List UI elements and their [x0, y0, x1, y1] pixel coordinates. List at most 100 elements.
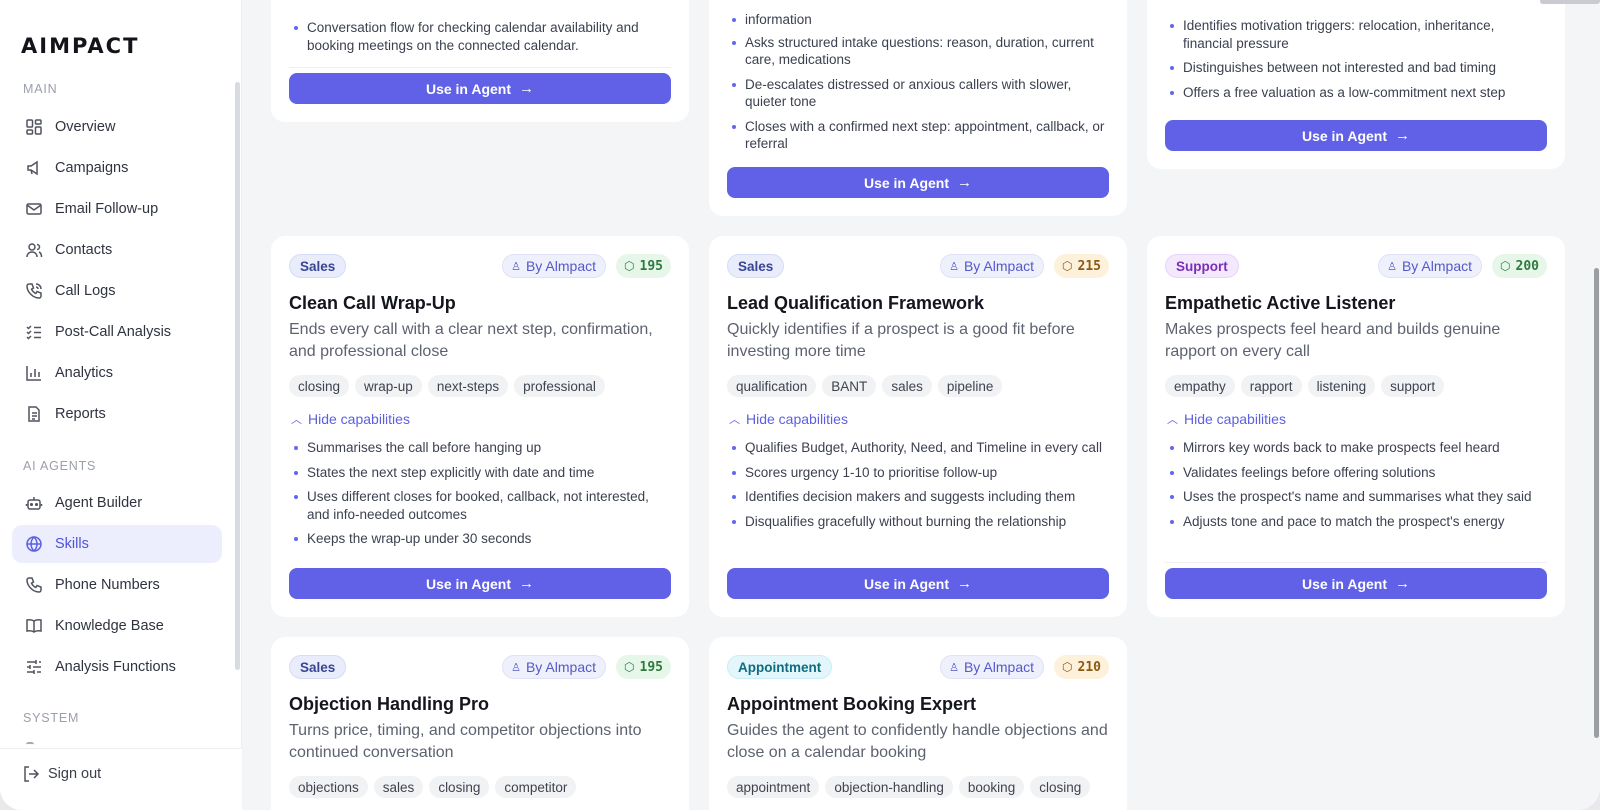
- arrow-right-icon: →: [1395, 575, 1411, 592]
- capability-item: Adjusts tone and pace to match the prosp…: [1165, 513, 1547, 531]
- author-label: By Almpact: [525, 258, 596, 274]
- author-label: By Almpact: [1401, 258, 1472, 274]
- author-label: By Almpact: [963, 659, 1034, 675]
- arrow-right-icon: →: [957, 575, 973, 592]
- hexagon-icon: ⬡: [624, 259, 635, 273]
- grid-icon: [24, 117, 44, 137]
- capability-item: Asks structured intake questions: reason…: [727, 34, 1109, 69]
- app-window: AIMPACT MAIN Overview Campaigns Email Fo…: [0, 0, 1600, 810]
- capabilities-list: Summarises the call before hanging up St…: [289, 439, 671, 555]
- sidebar-item-label: Reports: [55, 406, 106, 422]
- capability-item: Identifies motivation triggers: relocati…: [1165, 17, 1547, 52]
- hexagon-icon: ⬡: [1062, 660, 1073, 674]
- sidebar-item-reports[interactable]: Reports: [12, 395, 222, 433]
- sidebar-item-phone-numbers[interactable]: Phone Numbers: [12, 566, 222, 604]
- sidebar-item-analysis-functions[interactable]: Analysis Functions: [12, 648, 222, 686]
- hide-capabilities-toggle[interactable]: ︿ Hide capabilities: [729, 411, 848, 427]
- use-in-agent-button[interactable]: Use in Agent →: [727, 167, 1109, 198]
- use-in-agent-button[interactable]: Use in Agent →: [289, 73, 671, 104]
- skill-card-empathetic-active-listener: Support ♙ By Almpact ⬡ 200 Empathetic Acti…: [1147, 236, 1565, 617]
- chevron-up-icon: ︿: [729, 414, 740, 426]
- skill-title: Objection Handling Pro: [289, 694, 490, 714]
- use-in-agent-button[interactable]: Use in Agent →: [289, 568, 671, 599]
- skill-description: Ends every call with a clear next step, …: [289, 321, 653, 360]
- capabilities-list: Conversation flow for checking calendar …: [289, 19, 671, 61]
- capabilities-list: Identifies motivation triggers: relocati…: [1165, 17, 1547, 108]
- skill-card-lead-qualification-framework: Sales ♙ By Almpact ⬡ 215 Lead Qualificatio…: [709, 236, 1127, 617]
- author-badge: ♙ By Almpact: [502, 655, 606, 679]
- capability-item: States the next step explicitly with dat…: [289, 464, 671, 482]
- skills-grid: Conversation flow for checking calendar …: [242, 0, 1600, 810]
- tag: support: [1381, 375, 1445, 397]
- capability-item: De-escalates distressed or anxious calle…: [727, 76, 1109, 111]
- capability-item: Disqualifies gracefully without burning …: [727, 513, 1109, 531]
- use-in-agent-button[interactable]: Use in Agent →: [1165, 568, 1547, 599]
- divider: [289, 67, 671, 68]
- tag: sales: [882, 375, 932, 397]
- toggle-label: Hide capabilities: [1184, 411, 1286, 427]
- score-badge: ⬡ 195: [616, 254, 671, 278]
- tag: appointment: [727, 776, 820, 798]
- arrow-right-icon: →: [1395, 127, 1411, 144]
- mail-icon: [24, 199, 44, 219]
- tag: BANT: [822, 375, 877, 397]
- capability-item: Mirrors key words back to make prospects…: [1165, 439, 1547, 457]
- sidebar-item-overview[interactable]: Overview: [12, 108, 222, 146]
- tag-list: appointment objection-handling booking c…: [727, 776, 1091, 798]
- capabilities-list: information Asks structured intake quest…: [727, 11, 1109, 160]
- sliders-icon: [24, 657, 44, 677]
- skill-card: Conversation flow for checking calendar …: [271, 0, 689, 122]
- capability-item: Summarises the call before hanging up: [289, 439, 671, 457]
- document-icon: [24, 404, 44, 424]
- arrow-right-icon: →: [519, 80, 535, 97]
- capability-item: Distinguishes between not interested and…: [1165, 59, 1547, 77]
- skill-description: Turns price, timing, and competitor obje…: [289, 722, 642, 761]
- skill-description: Makes prospects feel heard and builds ge…: [1165, 321, 1501, 360]
- score-value: 215: [1077, 258, 1101, 274]
- clipped-nav-icon: [26, 742, 34, 747]
- tag: qualification: [727, 375, 817, 397]
- sign-out-button[interactable]: Sign out: [22, 765, 101, 783]
- author-badge: ♙ By Almpact: [502, 254, 606, 278]
- badge-icon: ♙: [511, 661, 521, 674]
- sidebar-item-label: Email Follow-up: [55, 201, 159, 217]
- sidebar-item-post-call-analysis[interactable]: Post-Call Analysis: [12, 313, 222, 351]
- score-badge: ⬡ 210: [1054, 655, 1109, 679]
- sidebar-item-campaigns[interactable]: Campaigns: [12, 149, 222, 187]
- sidebar-item-analytics[interactable]: Analytics: [12, 354, 222, 392]
- sidebar-scrollbar[interactable]: [235, 82, 240, 670]
- users-icon: [24, 240, 44, 260]
- sidebar-item-skills[interactable]: Skills: [12, 525, 222, 563]
- main-scrollbar[interactable]: [1594, 268, 1599, 738]
- score-value: 195: [639, 258, 663, 274]
- capabilities-list: Qualifies Budget, Authority, Need, and T…: [727, 439, 1109, 537]
- hide-capabilities-toggle[interactable]: ︿ Hide capabilities: [1167, 411, 1286, 427]
- tag: sales: [373, 776, 424, 798]
- badge-icon: ♙: [949, 260, 959, 273]
- sidebar-item-label: Phone Numbers: [55, 577, 160, 593]
- sidebar-item-label: Campaigns: [55, 160, 129, 176]
- sidebar-item-knowledge-base[interactable]: Knowledge Base: [12, 607, 222, 645]
- sidebar-item-label: Overview: [55, 119, 116, 135]
- section-label-ai-agents: AI AGENTS: [23, 459, 97, 473]
- sidebar-item-agent-builder[interactable]: Agent Builder: [12, 484, 222, 522]
- sidebar-item-contacts[interactable]: Contacts: [12, 231, 222, 269]
- phone-icon: [24, 575, 44, 595]
- sidebar-item-label: Contacts: [55, 242, 113, 258]
- sidebar-item-email-follow-up[interactable]: Email Follow-up: [12, 190, 222, 228]
- sidebar-item-label: Knowledge Base: [55, 618, 164, 634]
- sidebar-item-label: Post-Call Analysis: [55, 324, 172, 340]
- use-in-agent-button[interactable]: Use in Agent →: [1165, 120, 1547, 151]
- tag: listening: [1307, 375, 1376, 397]
- category-badge: Sales: [289, 254, 347, 278]
- skill-title: Empathetic Active Listener: [1165, 293, 1396, 313]
- button-label: Use in Agent: [425, 80, 512, 97]
- capability-item: Identifies decision makers and suggests …: [727, 488, 1109, 506]
- globe-icon: [24, 534, 44, 554]
- use-in-agent-button[interactable]: Use in Agent →: [727, 568, 1109, 599]
- hide-capabilities-toggle[interactable]: ︿ Hide capabilities: [291, 411, 410, 427]
- category-badge: Support: [1165, 254, 1239, 278]
- tag: wrap-up: [355, 375, 422, 397]
- capability-item: Uses different closes for booked, callba…: [289, 488, 671, 523]
- sidebar-item-call-logs[interactable]: Call Logs: [12, 272, 222, 310]
